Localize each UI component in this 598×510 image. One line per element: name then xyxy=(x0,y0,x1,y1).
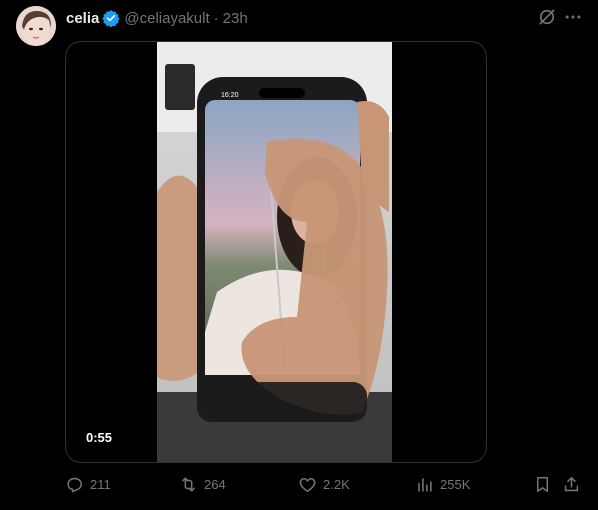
retweet-icon xyxy=(182,476,195,492)
video-player[interactable]: 16:20 0:55 xyxy=(65,41,487,463)
share-button[interactable] xyxy=(562,471,581,497)
views-count: 255K xyxy=(440,476,471,492)
views-button[interactable]: 255K xyxy=(415,471,470,497)
tweet-header: celia @celiayakult · 23h xyxy=(66,8,248,28)
verified-badge-icon xyxy=(102,9,120,27)
video-thumbnail: 16:20 xyxy=(157,42,392,462)
bookmark-icon xyxy=(536,476,549,492)
tweet-actions: 211 264 2.2K 255K xyxy=(60,471,590,497)
more-icon[interactable] xyxy=(562,6,584,28)
heart-icon xyxy=(299,477,316,492)
reply-count: 211 xyxy=(90,476,111,492)
author-handle[interactable]: @celiayakult xyxy=(124,10,209,27)
reply-button[interactable]: 211 xyxy=(65,471,111,497)
phone-status-time: 16:20 xyxy=(221,92,239,99)
avatar-image xyxy=(16,6,56,46)
grok-icon[interactable] xyxy=(536,6,558,28)
retweet-count: 264 xyxy=(204,476,226,492)
like-count: 2.2K xyxy=(323,476,350,492)
header-separator: · xyxy=(213,9,219,27)
video-duration: 0:55 xyxy=(80,428,119,447)
video-frame: 16:20 xyxy=(157,42,392,462)
retweet-button[interactable]: 264 xyxy=(179,471,226,497)
author-avatar[interactable] xyxy=(16,6,56,46)
views-chart-icon xyxy=(418,477,432,492)
author-name[interactable]: celia xyxy=(66,10,99,27)
like-button[interactable]: 2.2K xyxy=(298,471,350,497)
tweet-timestamp[interactable]: 23h xyxy=(223,10,248,27)
reply-icon xyxy=(67,477,82,492)
share-icon xyxy=(564,476,579,491)
bookmark-button[interactable] xyxy=(533,471,552,497)
